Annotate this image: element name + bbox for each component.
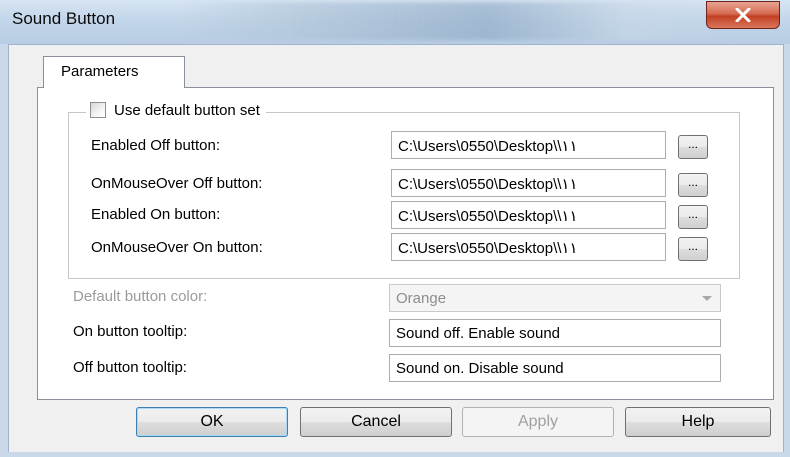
enabled-off-label: Enabled Off button: xyxy=(91,137,220,154)
apply-button[interactable]: Apply xyxy=(462,407,614,437)
default-color-value: Orange xyxy=(396,290,447,307)
enabled-on-label: Enabled On button: xyxy=(91,206,221,223)
ok-button[interactable]: OK xyxy=(136,407,288,437)
enabled-off-path-field[interactable]: C:\Users\0550\Desktop\\١١ xyxy=(391,131,666,159)
enabled-on-browse-button[interactable]: ... xyxy=(678,205,708,229)
window-title: Sound Button xyxy=(12,9,116,28)
enabled-off-browse-button[interactable]: ... xyxy=(678,135,708,159)
tab-parameters[interactable]: Parameters xyxy=(43,56,185,88)
onmouseover-off-label: OnMouseOver Off button: xyxy=(91,175,263,192)
use-default-set-label: Use default button set xyxy=(114,101,260,119)
default-color-select[interactable]: Orange xyxy=(389,284,721,312)
help-button[interactable]: Help xyxy=(625,407,771,437)
onmouseover-off-browse-button[interactable]: ... xyxy=(678,173,708,197)
on-tooltip-label: On button tooltip: xyxy=(73,323,188,340)
onmouseover-on-browse-button[interactable]: ... xyxy=(678,237,708,261)
tab-label: Parameters xyxy=(61,63,139,80)
on-tooltip-field[interactable]: Sound off. Enable sound xyxy=(389,319,721,347)
onmouseover-off-path-field[interactable]: C:\Users\0550\Desktop\\١١ xyxy=(391,169,666,197)
use-default-set-checkbox-row[interactable]: Use default button set xyxy=(86,98,266,122)
onmouseover-on-path-field[interactable]: C:\Users\0550\Desktop\\١١ xyxy=(391,233,666,261)
enabled-on-path-field[interactable]: C:\Users\0550\Desktop\\١١ xyxy=(391,201,666,229)
close-button[interactable] xyxy=(706,1,780,29)
title-bar[interactable]: Sound Button xyxy=(0,0,790,44)
title-bar-background xyxy=(180,2,740,40)
default-color-label: Default button color: xyxy=(73,288,208,305)
off-tooltip-label: Off button tooltip: xyxy=(73,359,187,376)
close-icon xyxy=(735,8,751,22)
use-default-set-checkbox[interactable] xyxy=(90,102,106,118)
chevron-down-icon xyxy=(702,296,712,301)
off-tooltip-field[interactable]: Sound on. Disable sound xyxy=(389,354,721,382)
onmouseover-on-label: OnMouseOver On button: xyxy=(91,239,263,256)
cancel-button[interactable]: Cancel xyxy=(300,407,452,437)
